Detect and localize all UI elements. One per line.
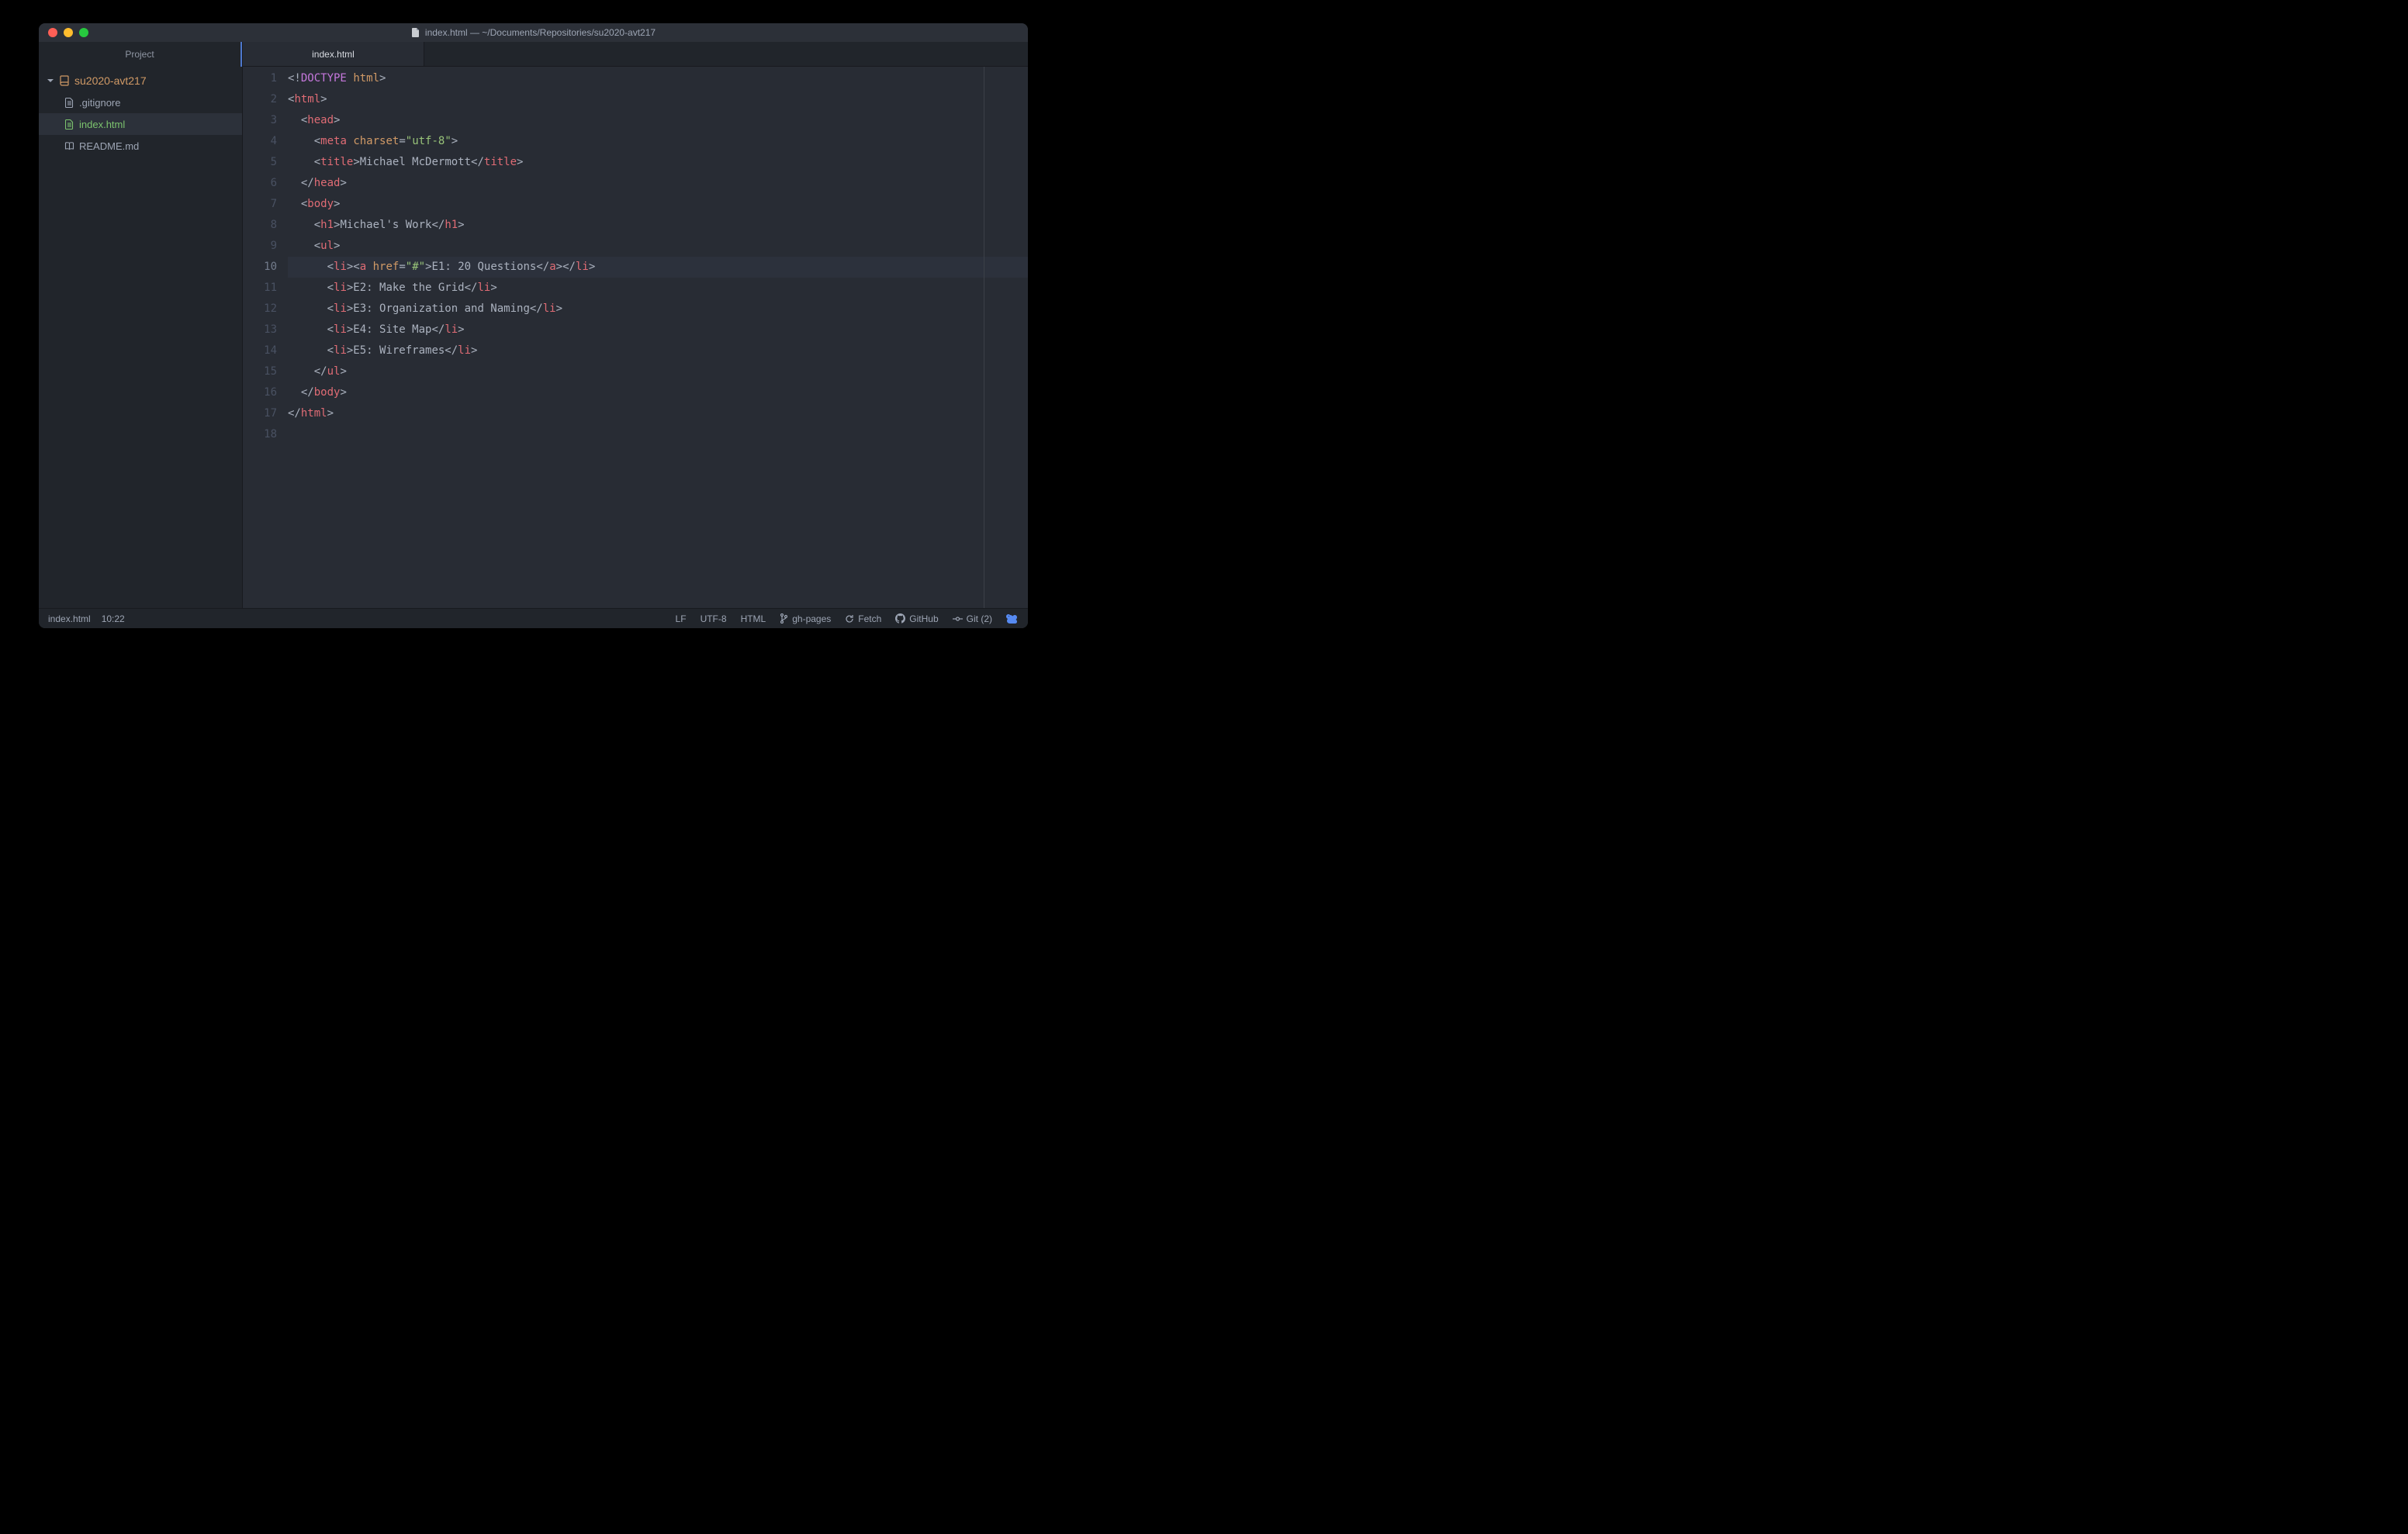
commit-icon	[953, 616, 963, 622]
line-number[interactable]: 3	[243, 110, 277, 131]
line-gutter: 123456789101112131415161718	[243, 67, 288, 608]
line-number[interactable]: 4	[243, 131, 277, 152]
titlebar-text: index.html — ~/Documents/Repositories/su…	[425, 27, 656, 38]
code-line[interactable]: <body>	[288, 194, 1028, 215]
tree-file[interactable]: index.html	[39, 113, 242, 135]
line-number[interactable]: 17	[243, 403, 277, 424]
code-line[interactable]: <meta charset="utf-8">	[288, 131, 1028, 152]
line-number[interactable]: 8	[243, 215, 277, 236]
file-tree: su2020-avt217 .gitignore index.html README…	[39, 67, 242, 608]
code-line[interactable]: <title>Michael McDermott</title>	[288, 152, 1028, 173]
sidebar-panel-tab[interactable]: Project	[39, 42, 242, 67]
line-number[interactable]: 6	[243, 173, 277, 194]
status-branch[interactable]: gh-pages	[780, 613, 831, 624]
line-number[interactable]: 10	[243, 257, 277, 278]
code-line[interactable]: <li>E5: Wireframes</li>	[288, 340, 1028, 361]
statusbar: index.html 10:22 LF UTF-8 HTML gh-pages …	[39, 608, 1028, 628]
line-number[interactable]: 7	[243, 194, 277, 215]
sync-icon	[845, 614, 854, 624]
code-line[interactable]: <html>	[288, 89, 1028, 110]
code-line[interactable]: </head>	[288, 173, 1028, 194]
tree-file-label: README.md	[79, 140, 139, 152]
tree-file-label: index.html	[79, 119, 125, 130]
titlebar-title: index.html — ~/Documents/Repositories/su…	[39, 27, 1028, 38]
editor-area: index.html 123456789101112131415161718 <…	[243, 42, 1028, 608]
line-number[interactable]: 14	[243, 340, 277, 361]
tree-file[interactable]: .gitignore	[39, 92, 242, 113]
main-area: Project su2020-avt217 .gitignore index.ht…	[39, 42, 1028, 608]
tab-active[interactable]: index.html	[243, 42, 424, 66]
tree-root[interactable]: su2020-avt217	[39, 70, 242, 92]
squirrel-icon[interactable]	[1006, 613, 1019, 624]
sidebar: Project su2020-avt217 .gitignore index.ht…	[39, 42, 243, 608]
line-number[interactable]: 9	[243, 236, 277, 257]
code-content[interactable]: <!DOCTYPE html><html> <head> <meta chars…	[288, 67, 1028, 608]
tab-bar: index.html	[243, 42, 1028, 67]
tree-file[interactable]: README.md	[39, 135, 242, 157]
traffic-lights	[39, 28, 88, 37]
line-number[interactable]: 2	[243, 89, 277, 110]
code-line[interactable]: <li><a href="#">E1: 20 Questions</a></li…	[288, 257, 1028, 278]
status-github[interactable]: GitHub	[895, 613, 938, 624]
tab-label: index.html	[312, 49, 355, 60]
github-icon	[895, 613, 905, 624]
code-line[interactable]: <li>E4: Site Map</li>	[288, 320, 1028, 340]
line-number[interactable]: 18	[243, 424, 277, 445]
code-editor[interactable]: 123456789101112131415161718 <!DOCTYPE ht…	[243, 67, 1028, 608]
line-number[interactable]: 16	[243, 382, 277, 403]
line-number[interactable]: 11	[243, 278, 277, 299]
status-file[interactable]: index.html	[48, 613, 91, 624]
code-line[interactable]: </html>	[288, 403, 1028, 424]
status-encoding[interactable]: UTF-8	[701, 613, 727, 624]
code-line[interactable]: </ul>	[288, 361, 1028, 382]
line-number[interactable]: 1	[243, 68, 277, 89]
chevron-down-icon	[47, 78, 54, 84]
line-number[interactable]: 15	[243, 361, 277, 382]
code-line[interactable]	[288, 424, 1028, 445]
line-number[interactable]: 12	[243, 299, 277, 320]
status-git[interactable]: Git (2)	[953, 613, 992, 624]
file-icon	[64, 119, 74, 130]
code-line[interactable]: <head>	[288, 110, 1028, 131]
status-line-ending[interactable]: LF	[676, 613, 687, 624]
file-icon	[411, 28, 420, 37]
status-right: LF UTF-8 HTML gh-pages Fetch GitHub Git …	[676, 613, 1019, 624]
repo-icon	[59, 75, 70, 86]
code-line[interactable]: <li>E3: Organization and Naming</li>	[288, 299, 1028, 320]
line-number[interactable]: 5	[243, 152, 277, 173]
minimize-button[interactable]	[64, 28, 73, 37]
tree-file-label: .gitignore	[79, 97, 120, 109]
code-line[interactable]: <!DOCTYPE html>	[288, 68, 1028, 89]
status-fetch[interactable]: Fetch	[845, 613, 881, 624]
code-line[interactable]: <h1>Michael's Work</h1>	[288, 215, 1028, 236]
titlebar[interactable]: index.html — ~/Documents/Repositories/su…	[39, 23, 1028, 42]
line-number[interactable]: 13	[243, 320, 277, 340]
status-left: index.html 10:22	[48, 613, 125, 624]
editor-window: index.html — ~/Documents/Repositories/su…	[39, 23, 1028, 628]
maximize-button[interactable]	[79, 28, 88, 37]
tree-root-label: su2020-avt217	[74, 74, 147, 87]
file-icon	[64, 98, 74, 108]
status-cursor[interactable]: 10:22	[102, 613, 125, 624]
branch-icon	[780, 613, 788, 624]
status-language[interactable]: HTML	[741, 613, 766, 624]
code-line[interactable]: <ul>	[288, 236, 1028, 257]
code-line[interactable]: </body>	[288, 382, 1028, 403]
book-icon	[64, 142, 74, 150]
code-line[interactable]: <li>E2: Make the Grid</li>	[288, 278, 1028, 299]
close-button[interactable]	[48, 28, 57, 37]
